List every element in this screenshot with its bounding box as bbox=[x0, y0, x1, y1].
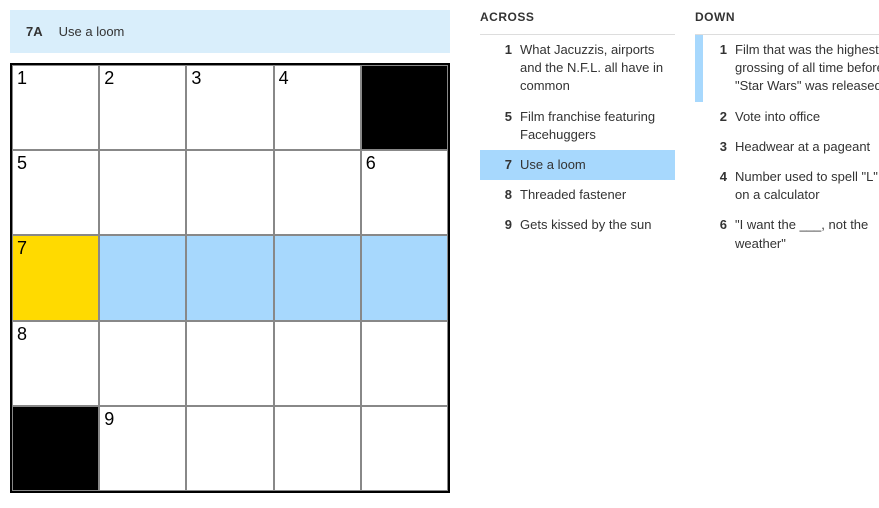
clue-number: 4 bbox=[707, 168, 727, 204]
grid-cell[interactable]: 4 bbox=[274, 65, 361, 150]
clue-text: Number used to spell "L" on a calculator bbox=[735, 168, 879, 204]
clue-text: Film that was the highest-grossing of al… bbox=[735, 41, 879, 96]
down-header: DOWN bbox=[695, 10, 879, 30]
current-clue-label: 7A bbox=[26, 24, 43, 39]
clue-item[interactable]: 4Number used to spell "L" on a calculato… bbox=[695, 162, 879, 210]
grid-cell[interactable] bbox=[361, 406, 448, 491]
grid-cell[interactable]: 6 bbox=[361, 150, 448, 235]
clue-number: 3 bbox=[707, 138, 727, 156]
across-header: ACROSS bbox=[480, 10, 675, 30]
crossword-grid[interactable]: 1 2 3 4 5 6 7 8 9 bbox=[10, 63, 450, 493]
cell-number: 6 bbox=[366, 153, 376, 174]
clue-item[interactable]: 9 Gets kissed by the sun bbox=[480, 210, 675, 240]
clue-text: Headwear at a pageant bbox=[735, 138, 879, 156]
cell-number: 2 bbox=[104, 68, 114, 89]
grid-cell[interactable]: 3 bbox=[186, 65, 273, 150]
grid-cell[interactable] bbox=[99, 150, 186, 235]
clues-panel: ACROSS 1What Jacuzzis, airports and the … bbox=[480, 10, 879, 494]
clue-item[interactable]: 2 Vote into office bbox=[695, 102, 879, 132]
clue-text: Gets kissed by the sun bbox=[520, 216, 669, 234]
left-panel: 7A Use a loom 1 2 3 4 5 6 7 8 9 bbox=[10, 10, 450, 494]
clue-number: 1 bbox=[492, 41, 512, 96]
clue-item[interactable]: 1What Jacuzzis, airports and the N.F.L. … bbox=[480, 35, 675, 102]
grid-cell[interactable]: 8 bbox=[12, 321, 99, 406]
grid-cell[interactable]: 2 bbox=[99, 65, 186, 150]
grid-cell[interactable] bbox=[274, 235, 361, 320]
grid-cell[interactable] bbox=[361, 321, 448, 406]
cell-number: 5 bbox=[17, 153, 27, 174]
grid-cell[interactable] bbox=[274, 150, 361, 235]
cell-number: 7 bbox=[17, 238, 27, 259]
grid-cell[interactable]: 7 bbox=[12, 235, 99, 320]
grid-cell[interactable] bbox=[186, 235, 273, 320]
clue-item[interactable]: 3 Headwear at a pageant bbox=[695, 132, 879, 162]
grid-cell[interactable] bbox=[99, 235, 186, 320]
across-column: ACROSS 1What Jacuzzis, airports and the … bbox=[480, 10, 675, 494]
grid-cell[interactable] bbox=[361, 235, 448, 320]
grid-cell[interactable]: 5 bbox=[12, 150, 99, 235]
clue-text: Film franchise featuring Facehuggers bbox=[520, 108, 669, 144]
clue-text: Vote into office bbox=[735, 108, 879, 126]
clue-number: 9 bbox=[492, 216, 512, 234]
cell-number: 3 bbox=[191, 68, 201, 89]
grid-cell bbox=[361, 65, 448, 150]
clue-item[interactable]: 6"I want the ___, not the weather" bbox=[695, 210, 879, 258]
across-clue-list[interactable]: 1What Jacuzzis, airports and the N.F.L. … bbox=[480, 34, 675, 494]
current-clue-bar[interactable]: 7A Use a loom bbox=[10, 10, 450, 53]
cell-number: 1 bbox=[17, 68, 27, 89]
cell-number: 9 bbox=[104, 409, 114, 430]
grid-cell[interactable] bbox=[274, 321, 361, 406]
clue-text: Threaded fastener bbox=[520, 186, 669, 204]
cell-number: 4 bbox=[279, 68, 289, 89]
grid-cell[interactable] bbox=[186, 406, 273, 491]
clue-item[interactable]: 1Film that was the highest-grossing of a… bbox=[695, 35, 879, 102]
clue-number: 1 bbox=[707, 41, 727, 96]
clue-item[interactable]: 7 Use a loom bbox=[480, 150, 675, 180]
clue-number: 8 bbox=[492, 186, 512, 204]
clue-text: What Jacuzzis, airports and the N.F.L. a… bbox=[520, 41, 669, 96]
grid-cell[interactable] bbox=[186, 150, 273, 235]
grid-cell[interactable]: 9 bbox=[99, 406, 186, 491]
grid-cell[interactable] bbox=[186, 321, 273, 406]
grid-cell bbox=[12, 406, 99, 491]
clue-number: 2 bbox=[707, 108, 727, 126]
clue-number: 6 bbox=[707, 216, 727, 252]
clue-text: "I want the ___, not the weather" bbox=[735, 216, 879, 252]
crossword-container: 7A Use a loom 123456789 ACROSS 1What Jac… bbox=[10, 10, 869, 494]
clue-number: 7 bbox=[492, 156, 512, 174]
down-column: DOWN 1Film that was the highest-grossing… bbox=[695, 10, 879, 494]
current-clue-text: Use a loom bbox=[59, 24, 125, 39]
grid-cell[interactable] bbox=[274, 406, 361, 491]
down-clue-list[interactable]: 1Film that was the highest-grossing of a… bbox=[695, 34, 879, 494]
clue-item[interactable]: 5Film franchise featuring Facehuggers bbox=[480, 102, 675, 150]
clue-number: 5 bbox=[492, 108, 512, 144]
clue-text: Use a loom bbox=[520, 156, 669, 174]
grid-cell[interactable] bbox=[99, 321, 186, 406]
clue-item[interactable]: 8 Threaded fastener bbox=[480, 180, 675, 210]
grid-cell[interactable]: 1 bbox=[12, 65, 99, 150]
cell-number: 8 bbox=[17, 324, 27, 345]
